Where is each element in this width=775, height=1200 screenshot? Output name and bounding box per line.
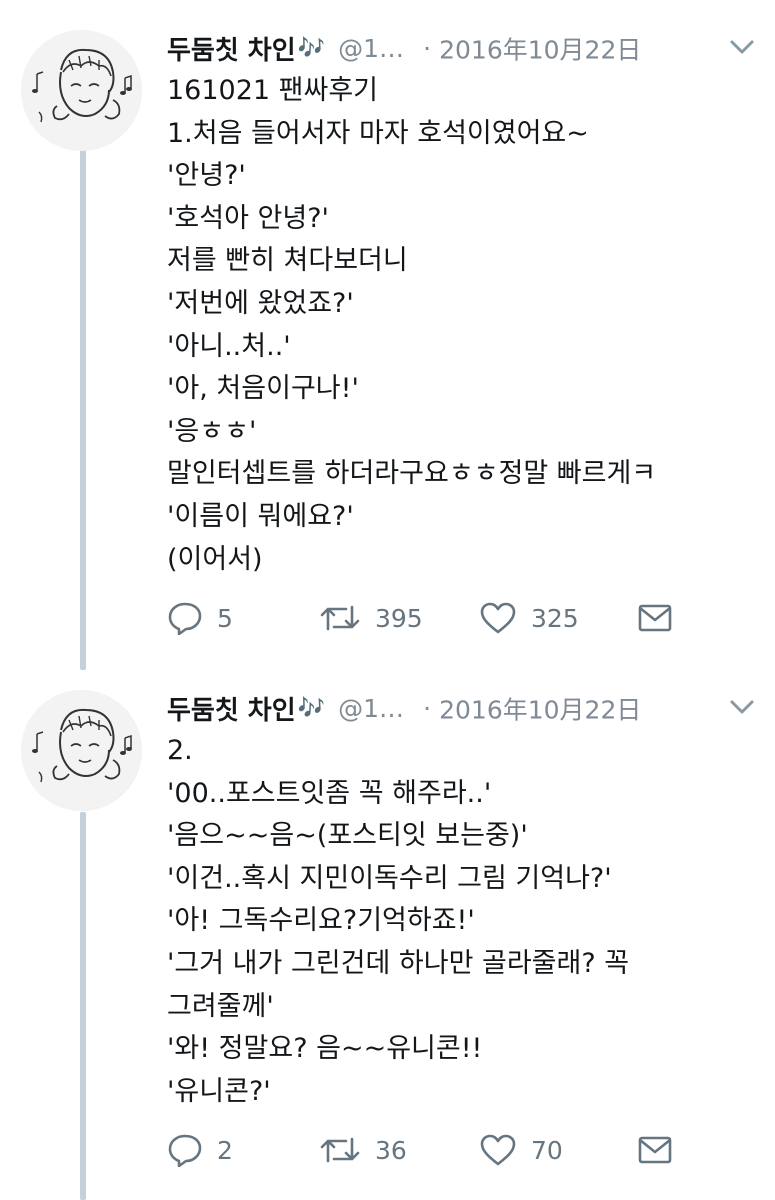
like-count: 70	[531, 1135, 563, 1165]
tweet-actions: 5 395 325	[167, 598, 727, 638]
tweet-line: '아! 그독수리요?기억하죠!'	[167, 905, 475, 937]
tweet-line: '아니..처..'	[167, 330, 291, 362]
tweet-date[interactable]: 2016年10月22日	[439, 36, 641, 65]
tweet-date[interactable]: 2016年10月22日	[439, 696, 641, 725]
display-name[interactable]: 두둠칫 차인	[167, 696, 296, 726]
tweet-line: '이름이 뭐에요?'	[167, 500, 354, 532]
tweet[interactable]: 두둠칫 차인🎶 @1… · 2016年10月22日 2. '00..포스트잇좀 꼭…	[0, 690, 775, 1190]
tweet-line: '음으~~음~(포스티잇 보는중)'	[167, 820, 528, 852]
reply-count: 2	[217, 1135, 233, 1165]
retweet-button[interactable]: 395	[319, 598, 423, 638]
direct-message-button[interactable]	[638, 1130, 672, 1170]
tweet-line: '아, 처음이구나!'	[167, 373, 359, 405]
like-button[interactable]: 325	[479, 598, 579, 638]
envelope-icon	[638, 603, 672, 633]
retweet-count: 395	[375, 603, 423, 633]
tweet-line: '유니콘?'	[167, 1075, 271, 1107]
tweet-line: 저를 빤히 쳐다보더니	[167, 245, 408, 277]
tweet-line: '00..포스트잇좀 꼭 해주라..'	[167, 777, 492, 809]
music-notes-emoji: 🎶	[297, 696, 326, 721]
tweet-header: 두둠칫 차인🎶 @1… · 2016年10月22日	[167, 690, 757, 730]
tweet-line: 그려줄께'	[167, 990, 274, 1022]
tweet-line: '와! 정말요? 음~~유니콘!!	[167, 1033, 483, 1065]
tweet-text: 2. '00..포스트잇좀 꼭 해주라..' '음으~~음~(포스티잇 보는중)…	[167, 730, 757, 1113]
tweet-line: '안녕?'	[167, 160, 246, 192]
tweet[interactable]: 두둠칫 차인🎶 @1… · 2016年10月22日 161021 팬싸후기 1.처…	[0, 30, 775, 650]
retweet-count: 36	[375, 1135, 407, 1165]
reply-icon	[167, 601, 203, 635]
tweet-line: '그거 내가 그린건데 하나만 골라줄래? 꼭	[167, 947, 630, 979]
reply-button[interactable]: 2	[167, 1130, 233, 1170]
heart-icon	[479, 601, 517, 635]
avatar[interactable]	[21, 30, 142, 151]
retweet-icon	[319, 1133, 361, 1167]
tweet-line: '호석아 안녕?'	[167, 202, 329, 234]
display-name[interactable]: 두둠칫 차인	[167, 36, 296, 66]
user-handle[interactable]: @1…	[338, 34, 404, 63]
like-count: 325	[531, 603, 579, 633]
reply-icon	[167, 1133, 203, 1167]
retweet-button[interactable]: 36	[319, 1130, 407, 1170]
tweet-actions: 2 36 70	[167, 1130, 727, 1170]
envelope-icon	[638, 1135, 672, 1165]
reply-count: 5	[217, 603, 233, 633]
separator-dot: ·	[423, 694, 432, 723]
user-handle[interactable]: @1…	[338, 694, 404, 723]
tweet-line: 2.	[167, 735, 193, 766]
retweet-icon	[319, 601, 361, 635]
tweet-text: 161021 팬싸후기 1.처음 들어서자 마자 호석이였어요~ '안녕?' '…	[167, 70, 757, 581]
chevron-down-icon[interactable]	[727, 696, 757, 720]
direct-message-button[interactable]	[638, 598, 672, 638]
tweet-header: 두둠칫 차인🎶 @1… · 2016年10月22日	[167, 30, 757, 70]
tweet-line: (이어서)	[167, 543, 263, 575]
avatar[interactable]	[21, 690, 142, 811]
chevron-down-icon[interactable]	[727, 36, 757, 60]
tweet-line: 1.처음 들어서자 마자 호석이였어요~	[167, 117, 589, 149]
like-button[interactable]: 70	[479, 1130, 563, 1170]
heart-icon	[479, 1133, 517, 1167]
music-notes-emoji: 🎶	[297, 36, 326, 61]
tweet-line: '응ㅎㅎ'	[167, 415, 257, 447]
tweet-line: 말인터셉트를 하더라구요ㅎㅎ정말 빠르게ㅋ	[167, 458, 657, 490]
tweet-line: '저번에 왔었죠?'	[167, 287, 354, 319]
tweet-line: '이건..혹시 지민이독수리 그림 기억나?'	[167, 862, 612, 894]
tweet-line: 161021 팬싸후기	[167, 75, 379, 106]
reply-button[interactable]: 5	[167, 598, 233, 638]
separator-dot: ·	[423, 34, 432, 63]
